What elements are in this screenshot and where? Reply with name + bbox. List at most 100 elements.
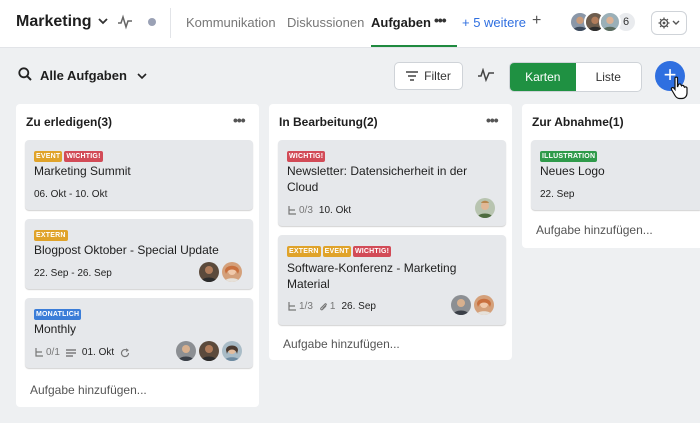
- tab-diskussionen[interactable]: Diskussionen: [287, 15, 364, 30]
- card-title-line: Material: [287, 277, 330, 291]
- card-meta: 22. Sep: [540, 189, 574, 200]
- subtask-icon: [288, 205, 296, 215]
- assignee-avatars: [475, 198, 495, 218]
- task-card[interactable]: EXTERN Blogpost Oktober - Special Update…: [25, 219, 253, 289]
- paperclip-icon: [320, 302, 327, 310]
- card-meta: 22. Sep - 26. Sep: [34, 268, 112, 279]
- card-date: 06. Okt - 10. Okt: [34, 189, 108, 200]
- add-tab-plus-icon[interactable]: +: [532, 12, 541, 30]
- member-avatars[interactable]: 6: [569, 11, 637, 33]
- assignee-avatars: [199, 262, 242, 282]
- subtask-icon: [288, 301, 296, 311]
- filter-icon: [406, 71, 419, 81]
- tag: WICHTIG!: [287, 151, 326, 162]
- avatar: [176, 341, 196, 361]
- filter-label: Filter: [424, 69, 451, 83]
- avatar: [475, 198, 495, 218]
- view-list-button[interactable]: Liste: [576, 63, 642, 91]
- tag-list: EXTERN EVENT WICHTIG!: [287, 246, 392, 257]
- view-toggle: Karten Liste: [509, 62, 642, 92]
- card-title-line: Newsletter: Datensicherheit in der: [287, 164, 468, 178]
- divider: [170, 8, 171, 38]
- avatar: [451, 295, 471, 315]
- avatar: [599, 11, 621, 33]
- tag-list: MONATLICH: [34, 309, 82, 320]
- card-title-line: Software-Konferenz - Marketing: [287, 261, 457, 275]
- column-in-bearbeitung: In Bearbeitung(2) ••• WICHTIG! Newslette…: [269, 104, 512, 360]
- subtask-count: 1/3: [287, 301, 313, 312]
- view-cards-button[interactable]: Karten: [510, 63, 576, 91]
- card-title: Neues Logo: [540, 164, 605, 178]
- tag-list: WICHTIG!: [287, 151, 326, 162]
- status-dot-icon[interactable]: [148, 18, 156, 26]
- tag-list: EXTERN: [34, 230, 68, 241]
- tag: MONATLICH: [34, 309, 82, 320]
- add-task-link[interactable]: Aufgabe hinzufügen...: [30, 383, 147, 397]
- tag: ILLUSTRATION: [540, 151, 598, 162]
- pointer-cursor-icon: [670, 76, 688, 100]
- column-zu-erledigen: Zu erledigen(3) ••• EVENT WICHTIG! Marke…: [16, 104, 259, 407]
- project-title: Marketing: [16, 13, 92, 30]
- card-title: Blogpost Oktober - Special Update: [34, 243, 219, 257]
- gear-icon: [658, 17, 670, 29]
- add-task-link[interactable]: Aufgabe hinzufügen...: [283, 337, 400, 351]
- tag: WICHTIG!: [352, 246, 392, 257]
- assignee-avatars: [451, 295, 494, 315]
- subtask-count: 0/1: [34, 347, 60, 358]
- tag-list: ILLUSTRATION: [540, 151, 598, 162]
- card-meta: 06. Okt - 10. Okt: [34, 189, 107, 200]
- project-selector[interactable]: Marketing: [16, 13, 108, 31]
- avatar: [222, 341, 242, 361]
- activity-icon[interactable]: [478, 68, 494, 82]
- chevron-down-icon: [672, 20, 680, 25]
- column-title: Zu erledigen(3): [26, 115, 113, 129]
- subtask-count: 0/3: [287, 205, 313, 216]
- tab-ellipsis-icon[interactable]: •••: [434, 12, 447, 28]
- task-card[interactable]: EVENT WICHTIG! Marketing Summit 06. Okt …: [25, 140, 253, 210]
- tag: WICHTIG!: [64, 151, 103, 162]
- column-menu-ellipsis-icon[interactable]: •••: [233, 112, 246, 128]
- search-icon[interactable]: [18, 67, 32, 81]
- card-meta: 0/1 01. Okt: [34, 347, 130, 358]
- add-task-link[interactable]: Aufgabe hinzufügen...: [536, 223, 653, 237]
- tag: EVENT: [34, 151, 63, 162]
- top-bar: Marketing Kommunikation Diskussionen Auf…: [0, 0, 700, 48]
- tab-kommunikation[interactable]: Kommunikation: [186, 15, 276, 30]
- card-date: 22. Sep: [540, 189, 575, 200]
- column-title: Zur Abnahme(1): [532, 115, 624, 129]
- activity-icon[interactable]: [118, 14, 132, 30]
- card-meta: 0/3 10. Okt: [287, 205, 351, 216]
- view-title[interactable]: Alle Aufgaben: [40, 68, 127, 83]
- settings-button[interactable]: [651, 11, 687, 35]
- tag: EVENT: [322, 246, 351, 257]
- avatar: [199, 341, 219, 361]
- card-title: Monthly: [34, 322, 77, 336]
- column-menu-ellipsis-icon[interactable]: •••: [486, 112, 499, 128]
- task-card[interactable]: ILLUSTRATION Neues Logo 22. Sep: [531, 140, 700, 210]
- description-icon: [65, 348, 76, 357]
- card-date: 01. Okt: [81, 347, 115, 358]
- avatar: [199, 262, 219, 282]
- filter-button[interactable]: Filter: [394, 62, 463, 90]
- attachment-count: 1: [319, 301, 335, 312]
- chevron-down-icon[interactable]: [137, 73, 147, 80]
- avatar: [222, 262, 242, 282]
- card-date: 26. Sep: [341, 301, 376, 312]
- card-title-line: Cloud: [287, 180, 319, 194]
- card-meta: 1/3 1 26. Sep: [287, 301, 376, 312]
- assignee-avatars: [176, 341, 242, 361]
- column-zur-abnahme: Zur Abnahme(1) ILLUSTRATION Neues Logo 2…: [522, 104, 700, 248]
- more-tabs-link[interactable]: + 5 weitere: [462, 15, 526, 30]
- card-date: 10. Okt: [318, 205, 352, 216]
- card-title: Marketing Summit: [34, 164, 131, 178]
- column-title: In Bearbeitung(2): [279, 115, 378, 129]
- tab-aufgaben[interactable]: Aufgaben: [371, 15, 431, 30]
- task-card[interactable]: WICHTIG! Newsletter: Datensicherheit in …: [278, 140, 506, 226]
- chevron-down-icon: [97, 16, 108, 28]
- task-card[interactable]: MONATLICH Monthly 0/1 01. Okt: [25, 298, 253, 368]
- tag-list: EVENT WICHTIG!: [34, 151, 103, 162]
- active-tab-indicator: [371, 45, 457, 47]
- task-card[interactable]: EXTERN EVENT WICHTIG! Software-Konferenz…: [278, 235, 506, 325]
- recurring-icon: [121, 347, 130, 357]
- avatar: [474, 295, 494, 315]
